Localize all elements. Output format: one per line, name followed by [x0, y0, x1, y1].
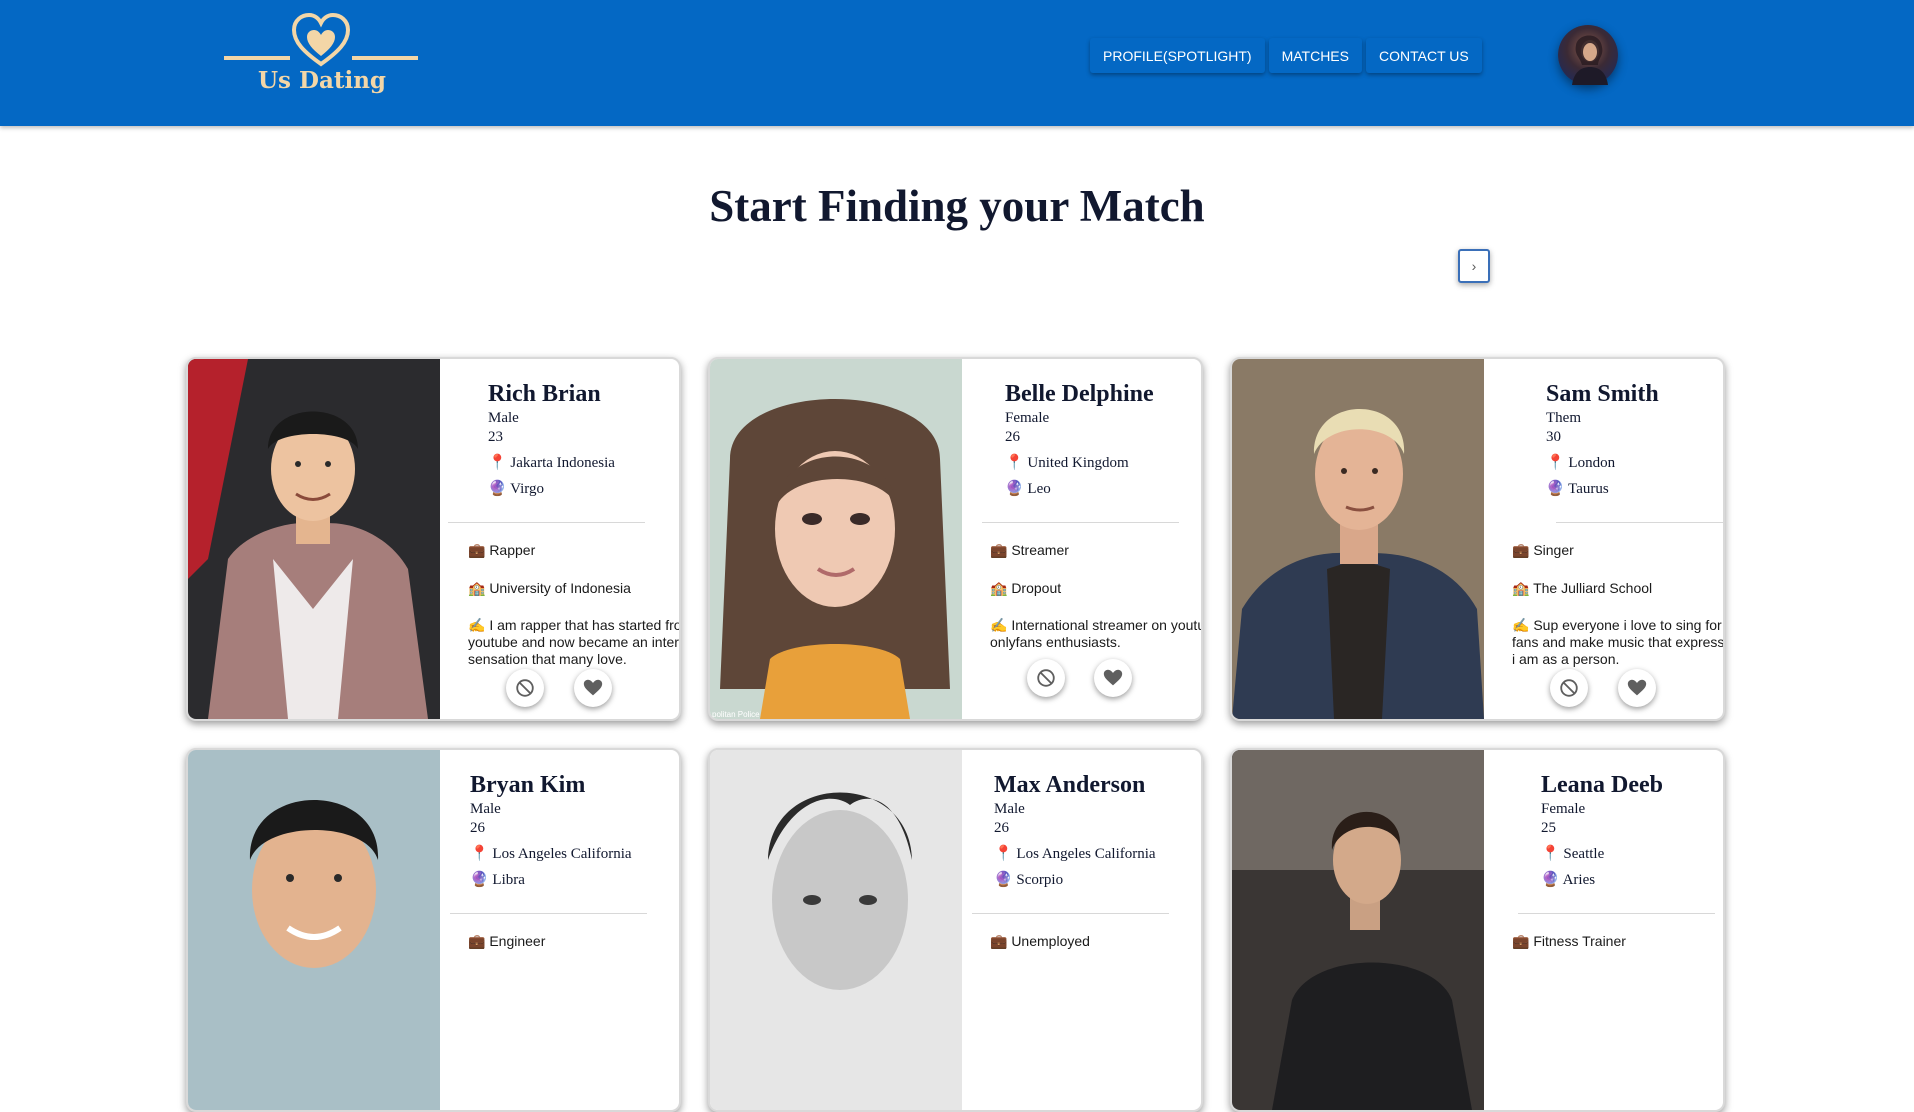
- profile-zodiac: 🔮 Scorpio: [994, 872, 1064, 888]
- profile-age: 25: [1541, 820, 1556, 836]
- card-divider: [1556, 522, 1723, 523]
- profile-zodiac: 🔮 Virgo: [488, 481, 544, 497]
- profile-job: 💼 Engineer: [468, 933, 546, 949]
- profile-gender: Male: [470, 801, 501, 817]
- block-icon: [1560, 679, 1578, 697]
- nav-profile-spotlight[interactable]: PROFILE(SPOTLIGHT): [1090, 38, 1265, 73]
- profile-meta: Male 26 📍 Los Angeles California 🔮 Scorp…: [994, 800, 1156, 890]
- profile-name: Max Anderson: [994, 772, 1146, 798]
- profile-photo: [710, 359, 962, 719]
- logo-line-left: [224, 56, 290, 60]
- profile-meta: Male 26 📍 Los Angeles California 🔮 Libra: [470, 800, 632, 890]
- profile-age: 23: [488, 429, 503, 445]
- block-icon: [1037, 669, 1055, 687]
- profile-gender: Male: [488, 410, 519, 426]
- profile-location: 📍 London: [1546, 455, 1616, 471]
- photo-credit: politan Police: [712, 710, 760, 719]
- profile-zodiac: 🔮 Libra: [470, 872, 525, 888]
- profile-meta: Female 26 📍 United Kingdom 🔮 Leo: [1005, 409, 1129, 499]
- main-nav: PROFILE(SPOTLIGHT) MATCHES CONTACT US: [1090, 38, 1482, 73]
- logo-text: Us Dating: [257, 67, 387, 94]
- reject-button[interactable]: [1550, 669, 1588, 707]
- card-divider: [972, 913, 1169, 914]
- nav-contact-us[interactable]: CONTACT US: [1366, 38, 1482, 73]
- profile-zodiac: 🔮 Aries: [1541, 872, 1596, 888]
- block-icon: [516, 679, 534, 697]
- profile-gender: Female: [1541, 801, 1586, 817]
- avatar-portrait-icon: [1572, 35, 1608, 85]
- profile-card: Rich Brian Male 23 📍 Jakarta Indonesia 🔮…: [186, 357, 681, 721]
- profile-card: Leana Deeb Female 25 📍 Seattle 🔮 Aries 💼…: [1230, 748, 1725, 1112]
- page-title: Start Finding your Match: [709, 181, 1205, 231]
- profile-age: 30: [1546, 429, 1561, 445]
- profile-age: 26: [1005, 429, 1020, 445]
- profile-photo: [188, 750, 440, 1110]
- user-avatar[interactable]: [1558, 25, 1618, 85]
- profile-school: 🏫 The Julliard School: [1512, 580, 1653, 596]
- reject-button[interactable]: [506, 669, 544, 707]
- logo-line-right: [352, 56, 418, 60]
- profile-bio: ✍️ I am rapper that has started from you…: [468, 617, 679, 667]
- like-button[interactable]: [1094, 659, 1132, 697]
- profile-age: 26: [994, 820, 1009, 836]
- top-header: Us Dating PROFILE(SPOTLIGHT) MATCHES CON…: [0, 0, 1914, 126]
- profile-name: Bryan Kim: [470, 772, 586, 798]
- card-divider: [450, 913, 647, 914]
- profile-job: 💼 Unemployed: [990, 933, 1090, 949]
- heart-icon: [583, 679, 603, 696]
- app-logo[interactable]: Us Dating: [222, 12, 422, 102]
- logo-heart-icon: [291, 12, 351, 67]
- profile-photo: [188, 359, 440, 719]
- profile-job: 💼 Streamer: [990, 542, 1069, 558]
- profile-name: Belle Delphine: [1005, 381, 1154, 407]
- next-page-button[interactable]: ›: [1458, 249, 1490, 283]
- profile-card: politan Police Belle Delphine Female 26 …: [708, 357, 1203, 721]
- heart-icon: [1103, 669, 1123, 686]
- profile-zodiac: 🔮 Taurus: [1546, 481, 1609, 497]
- profile-zodiac: 🔮 Leo: [1005, 481, 1051, 497]
- profile-school: 🏫 University of Indonesia: [468, 580, 631, 596]
- profile-meta: Female 25 📍 Seattle 🔮 Aries: [1541, 800, 1604, 890]
- profile-card: Sam Smith Them 30 📍 London 🔮 Taurus 💼 Si…: [1230, 357, 1725, 721]
- profile-name: Sam Smith: [1546, 381, 1659, 407]
- profile-job: 💼 Fitness Trainer: [1512, 933, 1626, 949]
- profile-location: 📍 United Kingdom: [1005, 455, 1129, 471]
- profile-location: 📍 Los Angeles California: [994, 846, 1156, 862]
- profile-photo: [710, 750, 962, 1110]
- card-divider: [982, 522, 1179, 523]
- card-divider: [1518, 913, 1715, 914]
- like-button[interactable]: [1618, 669, 1656, 707]
- profile-job: 💼 Singer: [1512, 542, 1574, 558]
- profile-gender: Female: [1005, 410, 1050, 426]
- profile-gender: Them: [1546, 410, 1581, 426]
- profile-bio: ✍️ Sup everyone i love to sing for my fa…: [1512, 617, 1723, 667]
- profile-age: 26: [470, 820, 485, 836]
- profile-meta: Them 30 📍 London 🔮 Taurus: [1546, 409, 1615, 499]
- profile-name: Rich Brian: [488, 381, 601, 407]
- profile-location: 📍 Jakarta Indonesia: [488, 455, 615, 471]
- profile-location: 📍 Los Angeles California: [470, 846, 632, 862]
- profile-job: 💼 Rapper: [468, 542, 536, 558]
- profile-gender: Male: [994, 801, 1025, 817]
- profile-location: 📍 Seattle: [1541, 846, 1605, 862]
- profile-meta: Male 23 📍 Jakarta Indonesia 🔮 Virgo: [488, 409, 615, 499]
- reject-button[interactable]: [1027, 659, 1065, 697]
- profile-bio: ✍️ International streamer on youtube and…: [990, 617, 1201, 650]
- like-button[interactable]: [574, 669, 612, 707]
- profile-name: Leana Deeb: [1541, 772, 1663, 798]
- profile-photo: [1232, 359, 1484, 719]
- nav-matches[interactable]: MATCHES: [1268, 38, 1362, 73]
- profile-card: Bryan Kim Male 26 📍 Los Angeles Californ…: [186, 748, 681, 1112]
- profile-card: Max Anderson Male 26 📍 Los Angeles Calif…: [708, 748, 1203, 1112]
- profile-photo: [1232, 750, 1484, 1110]
- profile-school: 🏫 Dropout: [990, 580, 1062, 596]
- heart-icon: [1627, 679, 1647, 696]
- card-divider: [448, 522, 645, 523]
